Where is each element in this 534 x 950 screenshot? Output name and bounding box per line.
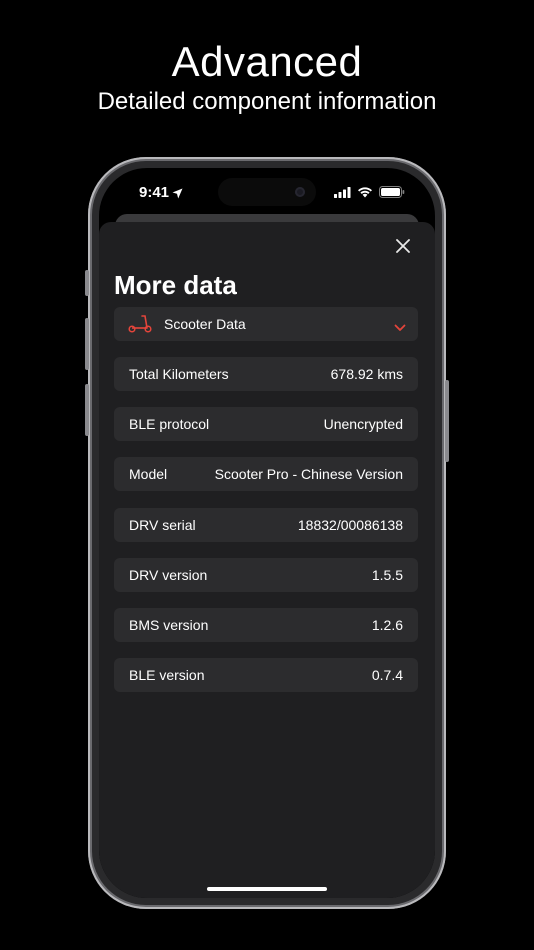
chevron-down-icon [394,319,406,337]
status-time: 9:41 [139,184,170,201]
info-row-ble-version: BLE version 0.7.4 [114,658,418,693]
row-label: DRV serial [129,516,196,533]
info-rows: Total Kilometers 678.92 kms BLE protocol… [114,357,418,708]
phone-silent-switch [85,270,89,296]
sheet-title: More data [114,270,237,300]
row-label: BLE version [129,667,205,684]
wifi-icon [357,185,373,203]
row-label: Model [129,466,168,483]
location-arrow-icon [172,186,183,204]
more-data-sheet: More data Scooter Data Total Kilometers … [99,222,435,898]
row-value: Scooter Pro - Chinese Version [214,466,403,483]
info-row-total-kilometers: Total Kilometers 678.92 kms [114,357,418,391]
phone-volume-up [85,318,89,370]
row-label: BMS version [129,616,209,633]
row-value: 1.5.5 [371,566,403,583]
promo-title: Advanced [171,38,363,85]
info-row-bms-version: BMS version 1.2.6 [114,607,418,642]
row-value: 18832/00086138 [297,516,403,533]
info-row-ble-protocol: BLE protocol Unencrypted [114,407,418,442]
signal-icon [334,185,351,203]
scooter-icon [128,315,152,338]
row-label: Total Kilometers [129,366,229,382]
row-label: DRV version [129,566,208,583]
phone-power-button [445,380,449,462]
row-value: Unencrypted [323,416,403,433]
info-row-drv-serial: DRV serial 18832/00086138 [114,507,418,542]
close-button[interactable] [389,232,417,260]
promo-subtitle: Detailed component information [97,88,437,115]
row-value: 0.7.4 [371,667,403,684]
phone-screen: 9:41 More data Scooter Data Total Kilome… [99,168,435,898]
info-row-drv-version: DRV version 1.5.5 [114,557,418,592]
home-indicator[interactable] [207,887,327,891]
selector-label: Scooter Data [164,316,246,332]
row-label: BLE protocol [129,416,210,433]
info-row-model: Model Scooter Pro - Chinese Version [114,457,418,492]
battery-icon [379,185,405,203]
data-source-selector[interactable]: Scooter Data [114,307,418,341]
phone-volume-down [85,384,89,436]
close-icon [396,239,410,253]
row-value: 678.92 kms [330,366,403,382]
status-icons [334,185,405,203]
front-camera [295,187,305,197]
row-value: 1.2.6 [371,616,403,633]
